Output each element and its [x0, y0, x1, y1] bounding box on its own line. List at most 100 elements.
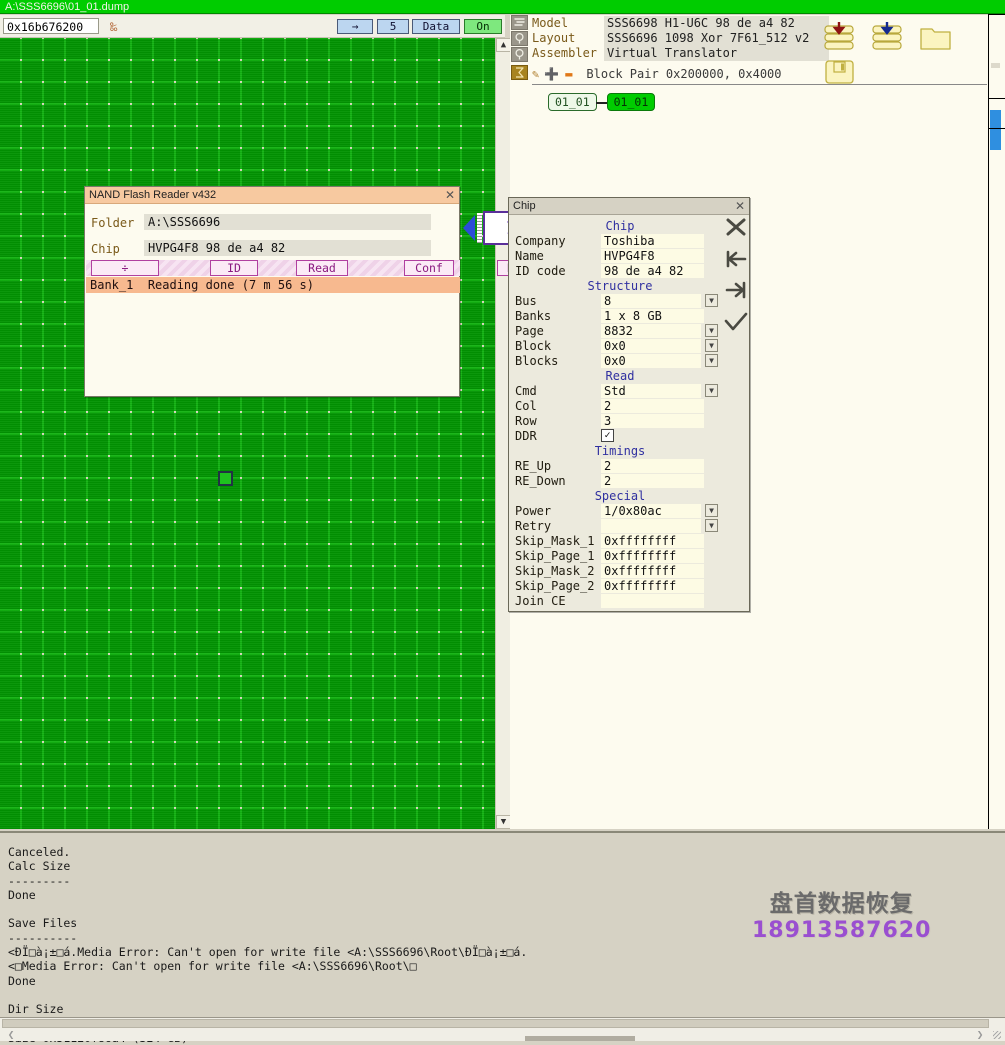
field-value-cmd[interactable]: Std	[601, 384, 701, 398]
block-pair-section: ✎ ➕ ▬ Block Pair 0x200000, 0x4000 01_01 01_0…	[532, 66, 1002, 111]
chip-label: Chip	[91, 242, 120, 256]
field-value-banks[interactable]: 1 x 8 GB	[601, 309, 704, 323]
window-title-bar: A:\SSS6696\01_01.dump	[0, 0, 1005, 14]
address-input[interactable]: 0x16b676200	[3, 18, 99, 34]
plus-icon[interactable]: ➕	[544, 67, 559, 81]
chevron-down-icon[interactable]: ▼	[705, 519, 718, 532]
table-row: Model SSS6698 H1-U6C 98 de a4 82	[532, 16, 829, 31]
scroll-right-arrow[interactable]: ❯	[973, 1029, 987, 1041]
read-button[interactable]: Read	[296, 260, 348, 276]
button-row-spacer	[348, 260, 408, 276]
chip-panel-title-bar[interactable]: Chip ✕	[509, 198, 749, 215]
folder-label: Folder	[91, 216, 135, 230]
table-row: Cmd Std ▼	[509, 384, 749, 399]
field-label-name: Name	[515, 249, 544, 263]
field-value-bus[interactable]: 8	[601, 294, 701, 308]
table-row: Skip_Mask_1 0xffffffff	[509, 534, 749, 549]
folder-input[interactable]: A:\SSS6696	[144, 214, 431, 230]
table-row: RE_Up 2	[509, 459, 749, 474]
field-value-id-code[interactable]: 98 de a4 82	[601, 264, 704, 278]
field-label-bus: Bus	[515, 294, 537, 308]
divide-button[interactable]: ÷	[91, 260, 159, 276]
scroll-left-arrow[interactable]: ❮	[4, 1029, 18, 1041]
field-label-skip-page-2: Skip_Page_2	[515, 579, 595, 593]
info-value-assembler[interactable]: Virtual Translator	[604, 46, 829, 61]
chevron-down-icon[interactable]: ▼	[705, 354, 718, 367]
block-grid-cells	[0, 38, 495, 829]
status-badge: Bank_1 Reading done (7 m 56 s)	[86, 277, 460, 293]
minus-icon[interactable]: ▬	[565, 67, 572, 81]
field-value-re-down[interactable]: 2	[601, 474, 704, 488]
bulb-icon[interactable]	[511, 47, 528, 62]
table-row: DDR ✓	[509, 429, 749, 444]
read-from-chip-icon[interactable]	[822, 21, 859, 55]
block-pair-left[interactable]: 01_01	[548, 93, 597, 111]
bulb-icon[interactable]	[511, 31, 528, 46]
field-label-col: Col	[515, 399, 537, 413]
nand-dialog-title-bar[interactable]: NAND Flash Reader v432 ✕	[85, 187, 459, 204]
field-value-row[interactable]: 3	[601, 414, 704, 428]
open-folder-icon[interactable]	[918, 21, 955, 55]
nand-flash-reader-dialog: NAND Flash Reader v432 ✕ Folder A:\SSS66…	[84, 186, 553, 397]
field-value-retry[interactable]	[601, 519, 701, 533]
data-mode-button[interactable]: Data	[412, 19, 460, 34]
scroll-up-arrow[interactable]: ▲	[496, 38, 511, 52]
spin-left-icon[interactable]	[463, 215, 475, 241]
table-row: Col 2	[509, 399, 749, 414]
power-on-button[interactable]: On	[464, 19, 502, 34]
field-value-skip-page-1[interactable]: 0xffffffff	[601, 549, 704, 563]
sigma-icon[interactable]	[511, 65, 528, 80]
table-row: Name HVPG4F8	[509, 249, 749, 264]
field-value-skip-page-2[interactable]: 0xffffffff	[601, 579, 704, 593]
field-value-block[interactable]: 0x0	[601, 339, 701, 353]
field-value-blocks[interactable]: 0x0	[601, 354, 701, 368]
chevron-down-icon[interactable]: ▼	[705, 384, 718, 397]
block-map-grid[interactable]	[0, 38, 495, 829]
watermark: 盘首数据恢复 18913587620	[752, 884, 931, 943]
page-title: A:\SSS6696\01_01.dump	[5, 1, 130, 13]
close-icon[interactable]: ✕	[735, 198, 745, 214]
watermark-company: 盘首数据恢复	[769, 891, 914, 917]
table-row: Assembler Virtual Translator	[532, 46, 829, 61]
block-pair-title: Block Pair 0x200000, 0x4000	[586, 67, 782, 81]
scroll-down-arrow[interactable]: ▼	[496, 815, 511, 829]
field-value-skip-mask-1[interactable]: 0xffffffff	[601, 534, 704, 548]
block-cell-selected[interactable]	[218, 471, 233, 486]
field-value-page[interactable]: 8832	[601, 324, 701, 338]
bottom-horizontal-scrollbar[interactable]: ❮ ❯	[0, 1017, 1005, 1041]
scroll-thumb[interactable]	[990, 110, 1001, 150]
field-value-company[interactable]: Toshiba	[601, 234, 704, 248]
right-pane-scrollbar[interactable]	[988, 15, 1003, 829]
table-row: Retry ▼	[509, 519, 749, 534]
id-button[interactable]: ID	[210, 260, 258, 276]
field-value-re-up[interactable]: 2	[601, 459, 704, 473]
block-pair-header: ✎ ➕ ▬ Block Pair 0x200000, 0x4000	[532, 66, 1002, 82]
table-row: Blocks 0x0 ▼	[509, 354, 749, 369]
block-pair-right[interactable]: 01_01	[606, 93, 656, 111]
resize-grip[interactable]	[993, 1031, 1001, 1039]
step-forward-button[interactable]: →	[337, 19, 373, 34]
info-icon-column	[510, 15, 530, 81]
list-lines-icon[interactable]	[511, 15, 528, 30]
info-value-layout[interactable]: SSS6696 1098 Xor 7F61_512 v2	[604, 31, 829, 46]
field-value-col[interactable]: 2	[601, 399, 704, 413]
chevron-down-icon[interactable]: ▼	[705, 339, 718, 352]
chip-input[interactable]: HVPG4F8 98 de a4 82	[144, 240, 431, 256]
field-value-power[interactable]: 1/0x80ac	[601, 504, 701, 518]
field-value-skip-mask-2[interactable]: 0xffffffff	[601, 564, 704, 578]
chevron-down-icon[interactable]: ▼	[705, 294, 718, 307]
field-value-name[interactable]: HVPG4F8	[601, 249, 704, 263]
scroll-track[interactable]	[2, 1019, 989, 1028]
info-label-model: Model	[532, 16, 569, 30]
step-count-button[interactable]: 5	[377, 19, 409, 34]
conf-button[interactable]: Conf	[404, 260, 454, 276]
ddr-checkbox[interactable]: ✓	[601, 429, 614, 442]
pencil-icon[interactable]: ✎	[532, 67, 539, 81]
field-value-join-ce[interactable]	[601, 594, 704, 608]
section-divider	[532, 84, 987, 85]
close-icon[interactable]: ✕	[445, 187, 455, 203]
info-value-model[interactable]: SSS6698 H1-U6C 98 de a4 82	[604, 16, 829, 31]
write-to-chip-icon[interactable]	[870, 21, 907, 55]
chevron-down-icon[interactable]: ▼	[705, 324, 718, 337]
chevron-down-icon[interactable]: ▼	[705, 504, 718, 517]
